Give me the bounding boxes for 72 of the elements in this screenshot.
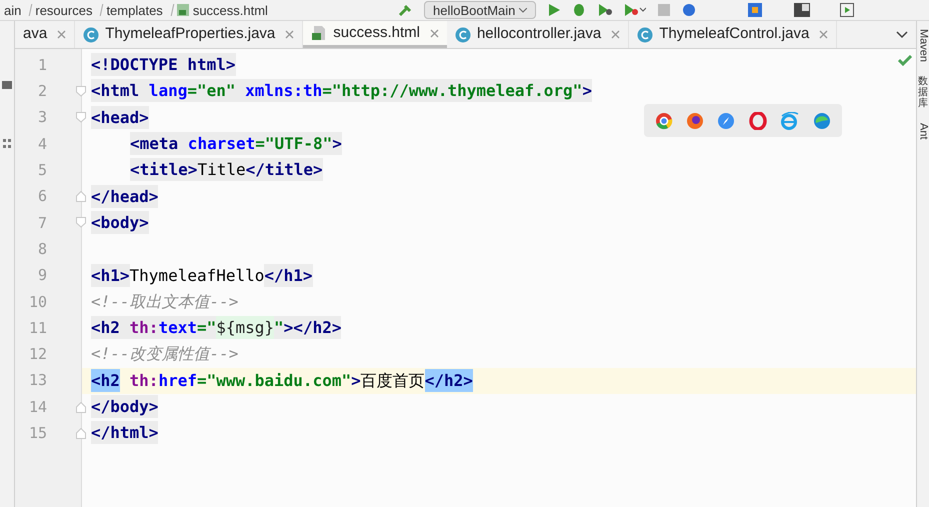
code-line: <!--改变属性值--> — [91, 343, 238, 366]
browser-icon[interactable] — [813, 112, 832, 130]
breadcrumb-item[interactable]: success.html — [192, 4, 268, 16]
fold-marker-icon[interactable] — [76, 191, 86, 202]
tab-label: ava — [23, 24, 48, 44]
caret-icon — [519, 8, 528, 12]
compass-icon[interactable] — [717, 112, 736, 130]
editor-tab[interactable]: hellocontroller.java — [446, 21, 630, 48]
line-number: 2 — [36, 81, 47, 102]
run-coverage-icon[interactable] — [598, 4, 612, 16]
stop-icon[interactable] — [658, 4, 670, 16]
line-number: 6 — [36, 186, 47, 208]
fold-marker-icon[interactable] — [76, 217, 86, 228]
chevron-icon[interactable] — [896, 30, 908, 38]
close-icon[interactable] — [285, 30, 294, 39]
fold-marker-icon[interactable] — [76, 402, 86, 412]
close-icon[interactable] — [430, 28, 439, 38]
checkmark-icon — [898, 55, 912, 66]
close-icon[interactable] — [57, 30, 66, 39]
line-number: 7 — [36, 212, 47, 234]
fold-marker-icon[interactable] — [76, 428, 86, 439]
browser-icon[interactable] — [654, 112, 673, 130]
line-number: 1 — [36, 54, 47, 76]
line-number: 14 — [28, 396, 47, 418]
code-line: <title>Title</title> — [130, 159, 323, 182]
run-icon[interactable] — [548, 4, 560, 16]
line-number: 3 — [36, 107, 47, 128]
editor-tab[interactable]: ThymeleafControl.java — [629, 21, 838, 48]
tool-window-label[interactable]: Ant — [918, 123, 928, 140]
close-icon[interactable] — [611, 30, 620, 39]
tab-label: ThymeleafProperties.java — [105, 24, 276, 44]
editor-tab[interactable]: success.html — [303, 21, 447, 48]
fold-marker-icon[interactable] — [76, 112, 86, 124]
code-line: <meta charset="UTF-8"> — [130, 133, 342, 156]
code-line: <!--取出文本值--> — [91, 290, 238, 313]
line-number: 11 — [28, 318, 47, 339]
line-number: 13 — [28, 370, 47, 392]
tab-label: success.html — [333, 22, 420, 43]
breadcrumb-item[interactable]: resources — [35, 4, 92, 16]
class-icon — [454, 26, 471, 42]
run-configuration-dropdown[interactable]: helloBootMain — [424, 1, 536, 19]
window-icon[interactable] — [794, 3, 810, 17]
line-number: 8 — [36, 238, 47, 260]
line-number: 5 — [36, 160, 47, 182]
code-line: <h2 th:text="${msg}"></h2> — [91, 317, 342, 340]
hammer-icon[interactable] — [398, 4, 412, 16]
close-icon[interactable] — [819, 30, 828, 39]
tab-label: ThymeleafControl.java — [659, 24, 810, 44]
tab-label: hellocontroller.java — [476, 24, 602, 44]
line-number: 9 — [36, 265, 47, 286]
code-line: <html lang="en" xmlns:th="http://www.thymeleaf.org"> — [91, 80, 592, 102]
line-number: 10 — [28, 292, 47, 313]
line-number: 15 — [28, 423, 47, 444]
html-file-icon — [311, 25, 328, 41]
class-icon — [637, 26, 654, 42]
line-number: 4 — [36, 134, 47, 155]
browser-icon[interactable] — [686, 112, 704, 130]
html-file-icon — [176, 4, 189, 16]
class-icon — [83, 26, 100, 42]
code-line: <h1>ThymeleafHello</h1> — [91, 264, 313, 287]
fold-marker-icon[interactable] — [76, 86, 86, 97]
line-number: 12 — [28, 344, 47, 366]
presentation-icon[interactable] — [840, 3, 854, 17]
tool-window-label[interactable]: Maven — [918, 29, 928, 62]
profile-icon[interactable] — [624, 4, 646, 16]
breadcrumb-item[interactable]: templates — [106, 4, 163, 16]
code-line: <!DOCTYPE html> — [91, 54, 236, 76]
tool-window-label[interactable]: 数据库 — [918, 76, 928, 110]
breadcrumb-item[interactable]: ain — [4, 4, 22, 16]
browser-icon[interactable] — [748, 112, 767, 130]
code-line: <h2 th:href="www.baidu.com">百度首页</h2> — [91, 370, 473, 392]
editor-tab[interactable]: ava — [15, 21, 76, 48]
